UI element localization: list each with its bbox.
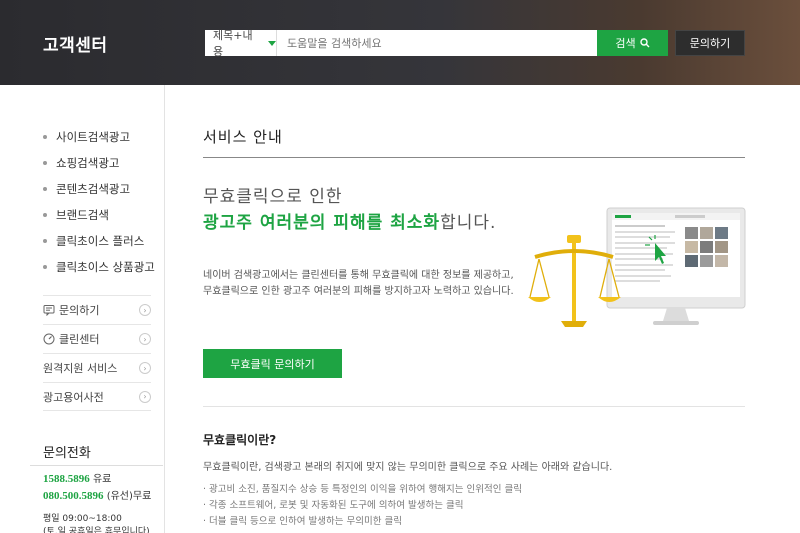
sidebar-menu: 사이트검색광고 쇼핑검색광고 콘텐츠검색광고 브랜드검색 클릭초이스 플러스 클… xyxy=(43,124,155,280)
phone-note: 유료 xyxy=(92,474,112,485)
hero-suffix: 합니다. xyxy=(440,213,497,233)
header: 고객센터 제목+내용 검색 문의하기 xyxy=(0,0,800,85)
sidebar-link-label: 원격지원 서비스 xyxy=(43,362,118,375)
hero-line-1: 무효클릭으로 인한 xyxy=(203,187,343,207)
sidebar-item-label: 클릭초이스 플러스 xyxy=(56,234,145,248)
bullet-icon xyxy=(43,265,47,269)
intro-line: 무효클릭으로 인한 광고주 여러분의 피해를 방지하고자 노력하고 있습니다. xyxy=(203,286,514,297)
gauge-icon xyxy=(43,333,55,345)
sidebar-item-label: 쇼핑검색광고 xyxy=(56,156,120,170)
chat-icon xyxy=(43,305,55,316)
inquiry-button[interactable]: 문의하기 xyxy=(675,30,745,56)
search-bar: 제목+내용 검색 xyxy=(205,29,668,58)
list-item: · 각종 소프트웨어, 로봇 및 자동화된 도구에 의하여 발생하는 클릭 xyxy=(203,500,464,511)
list-item: · 더블 클릭 등으로 인하여 발생하는 무의미한 클릭 xyxy=(203,516,402,527)
divider xyxy=(30,465,163,466)
section-description: 무효클릭이란, 검색광고 본래의 취지에 맞지 않는 무의미한 클릭으로 주요 … xyxy=(203,462,613,473)
brand-title[interactable]: 고객센터 xyxy=(43,31,108,56)
bullet-icon xyxy=(43,187,47,191)
hero-highlight: 광고주 여러분의 피해를 최소화 xyxy=(203,213,441,233)
sidebar-item-label: 사이트검색광고 xyxy=(56,130,131,144)
divider xyxy=(203,406,745,407)
divider xyxy=(203,157,745,158)
bullet-icon xyxy=(43,135,47,139)
invalid-click-examples: · 광고비 소진, 품질지수 상승 등 특정인의 이익을 위하여 행해지는 인위… xyxy=(203,481,522,529)
phone-line-free: 080.500.5896 (유선)무료 xyxy=(43,487,151,502)
phone-number: 080.500.5896 xyxy=(43,490,104,502)
sidebar-link-glossary[interactable]: 광고용어사전 › xyxy=(43,382,151,411)
search-button-label: 검색 xyxy=(615,37,636,50)
search-scope-value: 제목+내용 xyxy=(213,29,253,58)
page-title: 서비스 안내 xyxy=(203,128,283,146)
bullet-icon xyxy=(43,213,47,217)
sidebar-item[interactable]: 클릭초이스 플러스 xyxy=(43,228,155,254)
chevron-right-icon: › xyxy=(139,390,151,403)
search-scope-select[interactable]: 제목+내용 xyxy=(205,29,277,58)
sidebar-link-label: 광고용어사전 xyxy=(43,390,104,404)
invalid-click-inquiry-button[interactable]: 무효클릭 문의하기 xyxy=(203,349,342,378)
holiday-note: (토,일 공휴일은 휴무입니다) xyxy=(43,527,150,533)
sidebar-link-remote-support[interactable]: 원격지원 서비스 › xyxy=(43,353,151,382)
sidebar-link-cleancenter[interactable]: 클린센터 › xyxy=(43,324,151,353)
search-button[interactable]: 검색 xyxy=(597,30,668,56)
hero-line-2: 광고주 여러분의 피해를 최소화합니다. xyxy=(203,210,533,237)
sidebar-link-inquiry[interactable]: 문의하기 › xyxy=(43,295,151,324)
search-input[interactable] xyxy=(277,30,597,56)
sidebar-item[interactable]: 쇼핑검색광고 xyxy=(43,150,155,176)
sidebar-links: 문의하기 › 클린센터 › 원격지원 서비스 › 광고용어사전 › xyxy=(43,295,151,411)
sidebar-item[interactable]: 브랜드검색 xyxy=(43,202,155,228)
sidebar-item-label: 브랜드검색 xyxy=(56,208,109,222)
phone-line-paid: 1588.5896 유료 xyxy=(43,470,111,485)
sidebar-item[interactable]: 클릭초이스 상품광고 xyxy=(43,254,155,280)
sidebar: 사이트검색광고 쇼핑검색광고 콘텐츠검색광고 브랜드검색 클릭초이스 플러스 클… xyxy=(0,85,165,533)
sidebar-item[interactable]: 사이트검색광고 xyxy=(43,124,155,150)
intro-description: 네이버 검색광고에서는 클린센터를 통해 무효클릭에 대한 정보를 제공하고, … xyxy=(203,268,525,300)
chevron-down-icon xyxy=(268,40,276,46)
intro-line: 네이버 검색광고에서는 클린센터를 통해 무효클릭에 대한 정보를 제공하고, xyxy=(203,270,514,281)
chevron-right-icon: › xyxy=(139,304,151,316)
chevron-right-icon: › xyxy=(139,333,151,345)
business-hours: 평일 09:00~18:00 xyxy=(43,514,122,524)
search-icon xyxy=(639,38,650,48)
phone-note: (유선)무료 xyxy=(106,491,152,502)
scale-and-monitor-illustration xyxy=(528,207,746,327)
phone-number: 1588.5896 xyxy=(43,473,90,485)
sidebar-link-label: 클린센터 xyxy=(59,333,100,346)
sidebar-link-label: 문의하기 xyxy=(59,304,100,317)
sidebar-item-label: 콘텐츠검색광고 xyxy=(56,182,131,196)
phone-title: 문의전화 xyxy=(43,446,91,461)
sidebar-item[interactable]: 콘텐츠검색광고 xyxy=(43,176,155,202)
chevron-right-icon: › xyxy=(139,362,151,374)
sidebar-item-label: 클릭초이스 상품광고 xyxy=(56,260,155,274)
bullet-icon xyxy=(43,161,47,165)
bullet-icon xyxy=(43,239,47,243)
list-item: · 광고비 소진, 품질지수 상승 등 특정인의 이익을 위하여 행해지는 인위… xyxy=(203,484,522,495)
section-title: 무효클릭이란? xyxy=(203,433,277,447)
